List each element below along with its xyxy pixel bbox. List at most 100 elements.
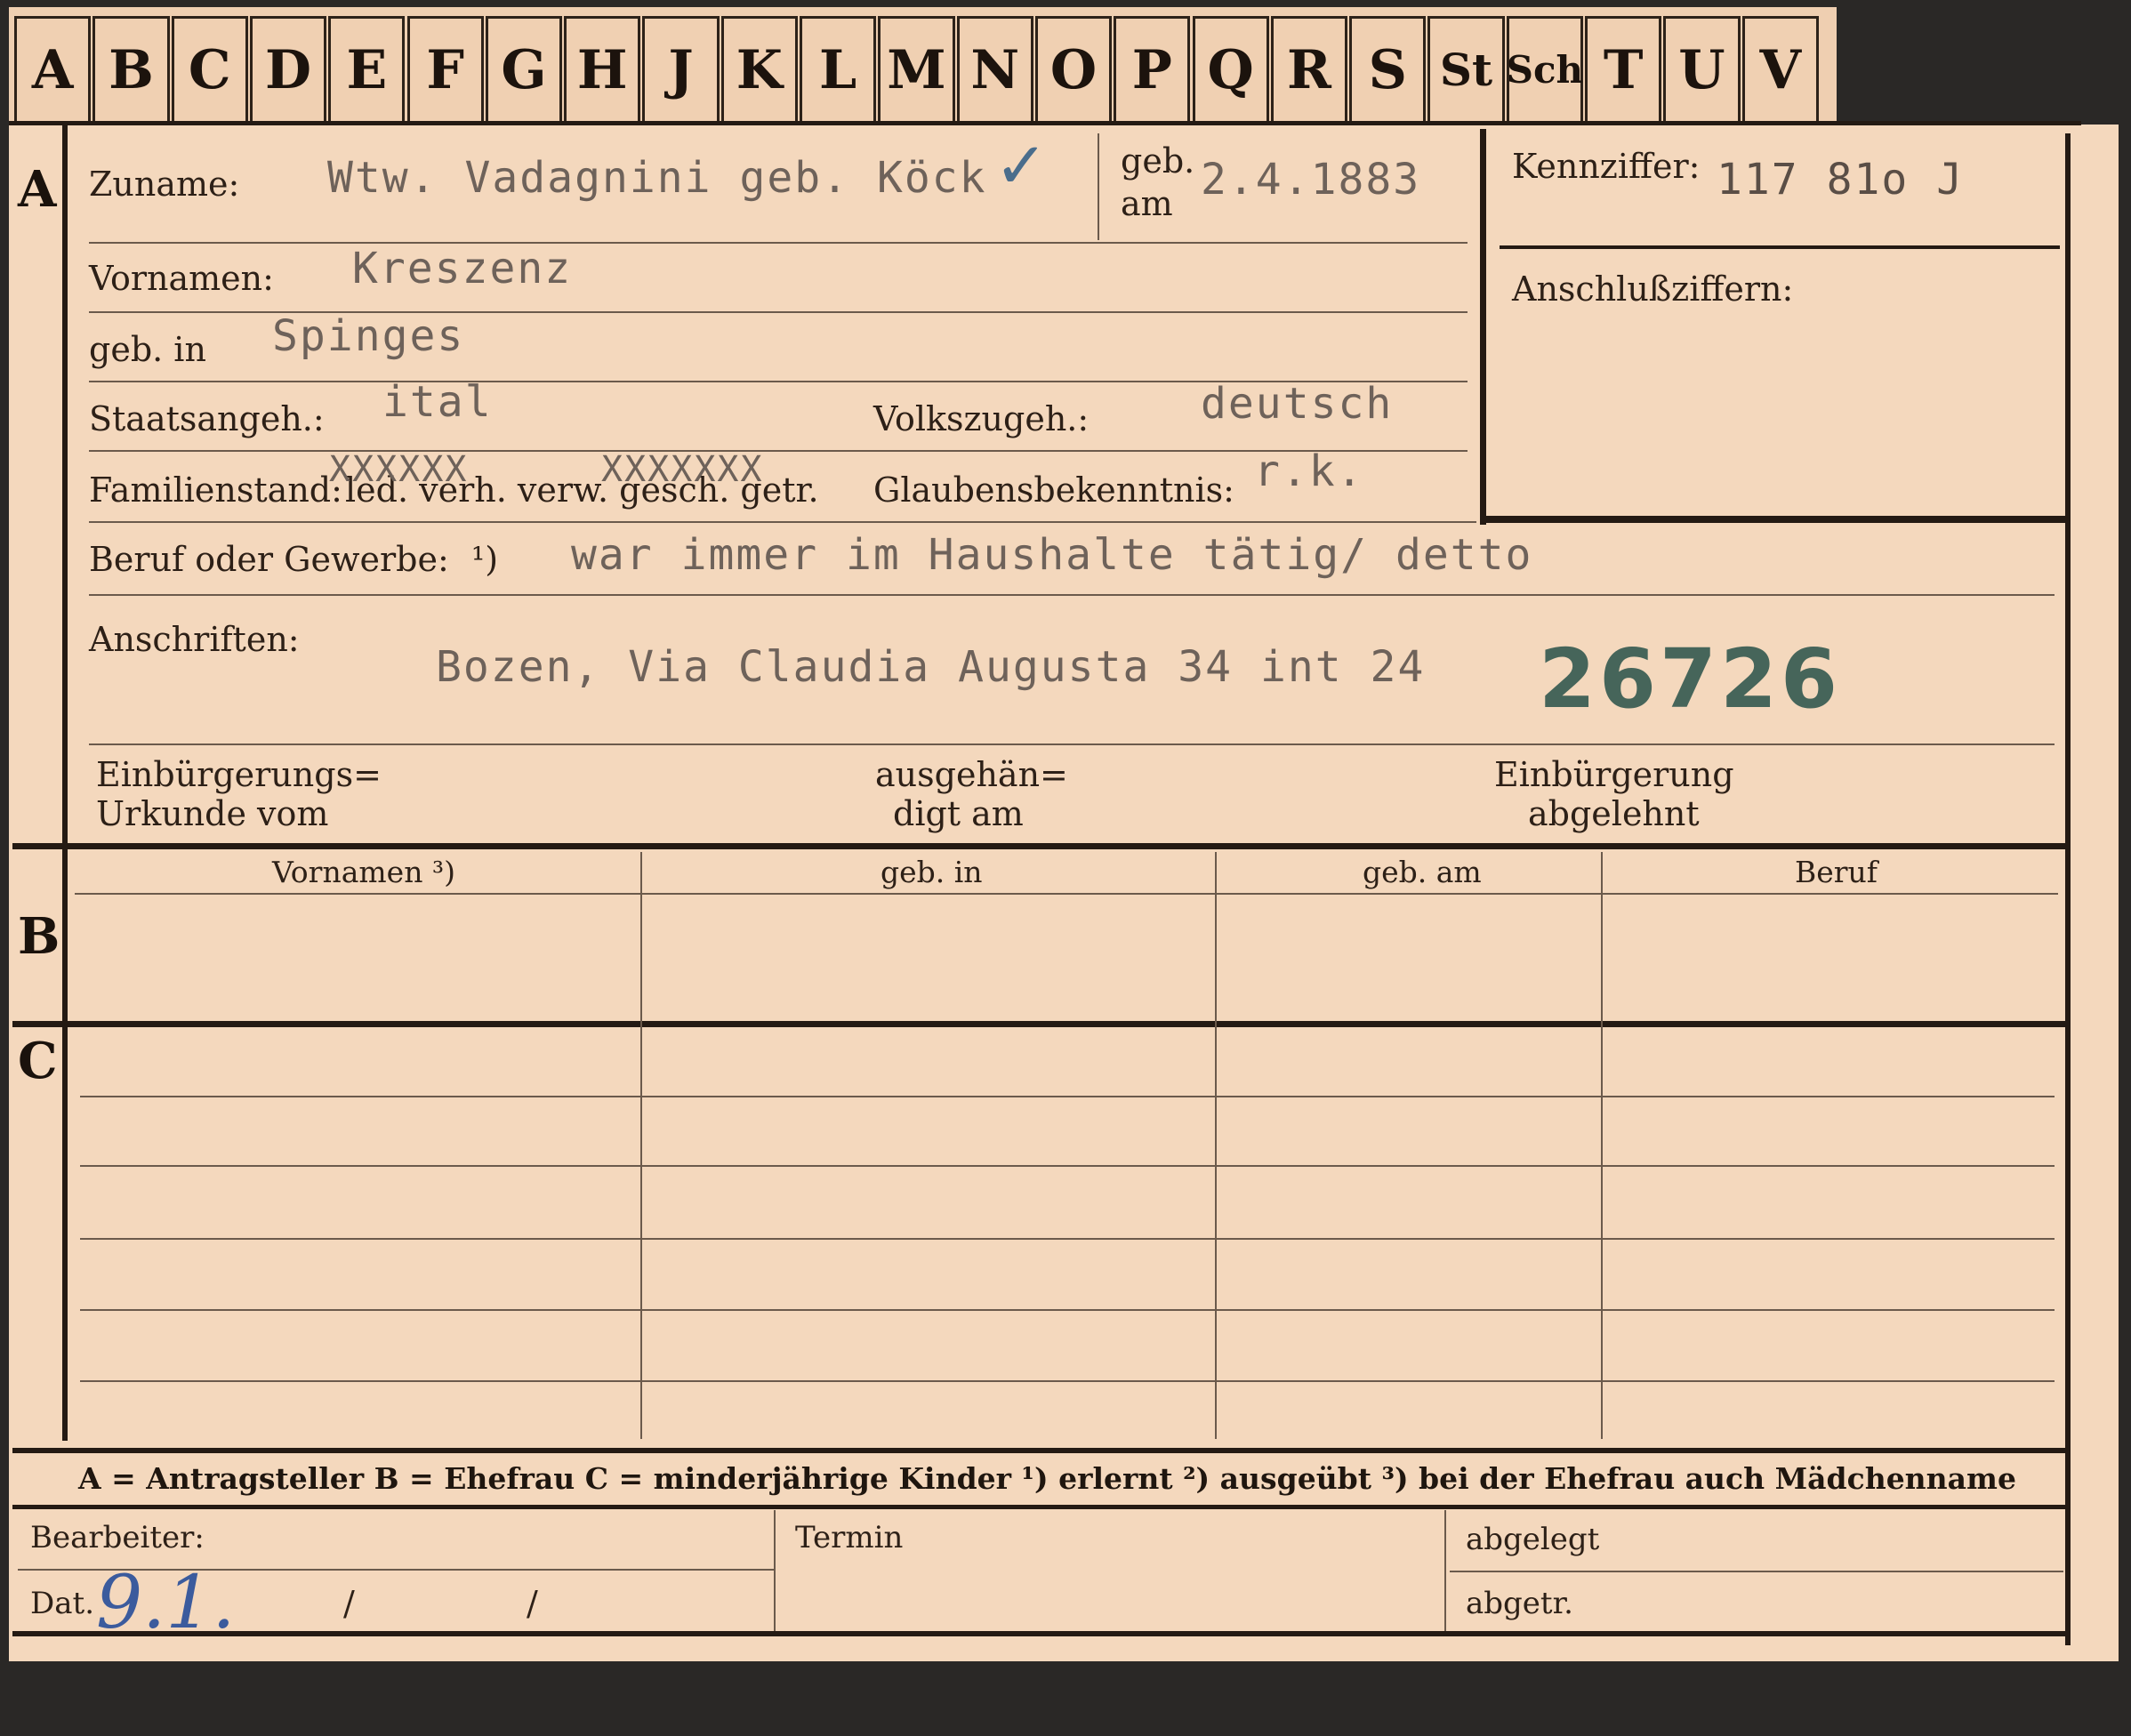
- address-value: Bozen, Via Claudia Augusta 34 int 24: [436, 642, 1426, 692]
- religion-value: r.k.: [1254, 446, 1364, 496]
- processor-label: Bearbeiter:: [30, 1520, 205, 1555]
- naturalization-refused-label-1: Einbürgerung: [1494, 755, 1734, 794]
- rule-7: [89, 743, 2055, 745]
- handwritten-date: 9.1.: [96, 1561, 236, 1645]
- registration-stamp: 26726: [1539, 631, 1842, 727]
- index-tab-s: S: [1349, 16, 1427, 121]
- spouse-header-birth-date: geb. am: [1363, 855, 1482, 889]
- ethnicity-label: Volkszugeh.:: [873, 399, 1090, 438]
- legend-top-border: [12, 1448, 2069, 1453]
- check-mark: ✓: [994, 128, 1049, 203]
- child-row-rule-3: [80, 1238, 2055, 1240]
- spouse-header-first-names: Vornamen ³): [272, 855, 456, 889]
- citizenship-value: ital: [382, 377, 493, 427]
- index-tab-h: H: [564, 16, 641, 121]
- marital-status-label: Familienstand:: [89, 470, 342, 510]
- column-divider-1: [640, 852, 642, 1439]
- index-tab-m: M: [878, 16, 955, 121]
- naturalization-doc-label-2: Urkunde vom: [96, 794, 329, 833]
- naturalization-doc-label-1: Einbürgerungs=: [96, 755, 382, 794]
- code-label: Kennziffer:: [1512, 147, 1701, 186]
- rule-5: [89, 521, 1476, 523]
- id-box-divider: [1500, 245, 2060, 249]
- religion-label: Glaubensbekenntnis:: [873, 470, 1234, 510]
- address-label: Anschriften:: [89, 620, 300, 659]
- date-slash-1: /: [343, 1584, 355, 1623]
- index-tab-j: J: [642, 16, 720, 121]
- index-tab-u: U: [1663, 16, 1741, 121]
- legend-bottom-border: [12, 1505, 2069, 1509]
- index-tab-f: F: [406, 16, 484, 121]
- spouse-header-rule: [75, 893, 2058, 895]
- filed-label: abgelegt: [1466, 1522, 1600, 1557]
- index-tab-v: V: [1741, 16, 1819, 121]
- child-row-rule-1: [80, 1096, 2055, 1097]
- child-row-rule-2: [80, 1165, 2055, 1167]
- index-tab-c: C: [171, 16, 248, 121]
- birth-date-value: 2.4.1883: [1201, 155, 1421, 205]
- birthplace-label: geb. in: [89, 330, 206, 369]
- rule-6: [89, 594, 2055, 596]
- birth-date-label-1: geb.: [1121, 141, 1195, 181]
- index-tab-k: K: [720, 16, 798, 121]
- column-divider-3: [1601, 852, 1603, 1439]
- profession-value: war immer im Haushalte tätig/ detto: [571, 530, 1533, 580]
- citizenship-label: Staatsangeh.:: [89, 399, 325, 438]
- index-tab-b: B: [92, 16, 170, 121]
- legend-text: A = Antragsteller B = Ehefrau C = minder…: [78, 1461, 2016, 1496]
- spouse-header-profession: Beruf: [1795, 855, 1878, 889]
- footer-divider-2: [1444, 1510, 1446, 1631]
- spouse-header-birthplace: geb. in: [881, 855, 983, 889]
- first-names-value: Kreszenz: [352, 244, 573, 293]
- date-label: Dat.: [30, 1586, 95, 1621]
- right-border: [2065, 133, 2071, 1645]
- rule-1: [89, 242, 1468, 244]
- surname-value: Wtw. Vadagnini geb. Köck: [327, 153, 987, 203]
- deadline-label: Termin: [795, 1520, 904, 1555]
- first-names-label: Vornamen:: [89, 259, 274, 298]
- ethnicity-value: deutsch: [1201, 379, 1394, 429]
- child-row-rule-5: [80, 1380, 2055, 1382]
- section-letter-c: C: [18, 1032, 58, 1090]
- code-value: 117 81o J: [1717, 155, 1965, 205]
- section-c-top-border: [12, 1021, 2069, 1027]
- registration-card: A B C D E F G H J K L M N O P Q R S St Sch T U V A Kennziffer:…: [0, 0, 2131, 1736]
- filed-rule: [1450, 1571, 2063, 1572]
- id-box-bottom-border: [1480, 516, 2067, 523]
- index-tab-l: L: [800, 16, 877, 121]
- section-letter-b: B: [18, 907, 60, 966]
- index-tab-q: Q: [1192, 16, 1269, 121]
- link-codes-label: Anschlußziffern:: [1512, 269, 1794, 309]
- handed-out-label-1: ausgehän=: [875, 755, 1068, 794]
- birth-date-label-2: am: [1121, 184, 1173, 223]
- surname-cell-divider: [1098, 133, 1099, 240]
- card-bottom-border: [12, 1631, 2069, 1636]
- footer-divider-1: [774, 1510, 776, 1631]
- index-tab-d: D: [249, 16, 327, 121]
- child-row-rule-4: [80, 1309, 2055, 1311]
- profession-footnote: ¹): [471, 540, 499, 579]
- separated-label: abgetr.: [1466, 1586, 1573, 1621]
- id-box-left-border: [1480, 129, 1486, 525]
- index-tab-t: T: [1585, 16, 1662, 121]
- marital-strike-1: XXXXXX: [329, 449, 469, 490]
- section-c-left-rule: [62, 1023, 68, 1441]
- birthplace-value: Spinges: [272, 311, 465, 361]
- index-tab-g: G: [485, 16, 563, 121]
- index-tab-a: A: [14, 16, 92, 121]
- section-letter-a: A: [18, 160, 57, 219]
- top-border: [9, 121, 2081, 125]
- index-tab-sch: Sch: [1507, 16, 1583, 121]
- naturalization-refused-label-2: abgelehnt: [1528, 794, 1700, 833]
- handed-out-label-2: digt am: [893, 794, 1024, 833]
- marital-strike-2: XXXXXXX: [601, 449, 764, 490]
- index-tab-st: St: [1427, 16, 1505, 121]
- column-divider-2: [1215, 852, 1217, 1439]
- index-tab-n: N: [956, 16, 1033, 121]
- index-tab-p: P: [1114, 16, 1191, 121]
- index-tab-o: O: [1034, 16, 1113, 121]
- index-tab-e: E: [328, 16, 406, 121]
- index-tab-r: R: [1270, 16, 1348, 121]
- profession-label: Beruf oder Gewerbe:: [89, 540, 449, 579]
- date-slash-2: /: [527, 1584, 538, 1623]
